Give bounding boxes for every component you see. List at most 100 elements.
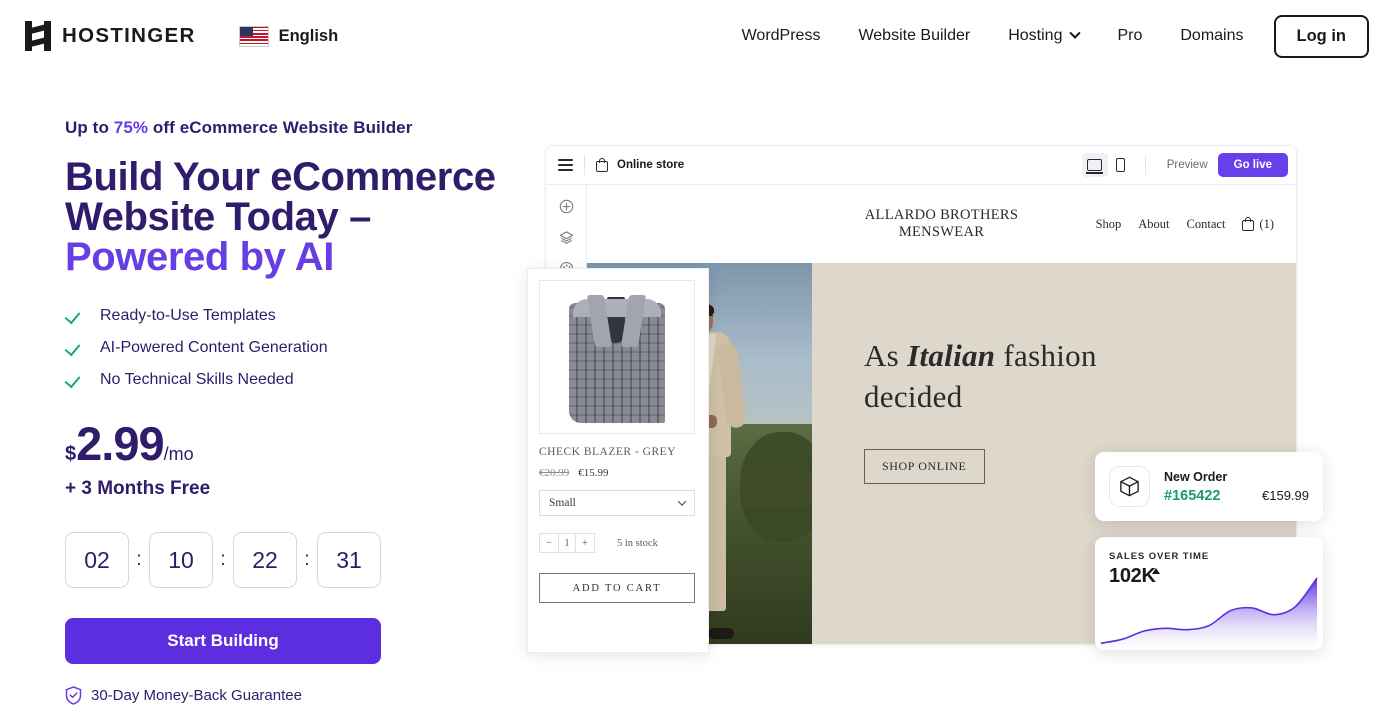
heading-post: fashion [995, 338, 1097, 373]
hostinger-logo-icon [25, 21, 51, 51]
countdown-timer: 02 : 10 : 22 : 31 [65, 532, 505, 588]
new-order-card: New Order #165422 €159.99 [1095, 452, 1323, 521]
hamburger-menu-icon[interactable] [558, 156, 573, 174]
hero-content: Up to 75% off eCommerce Website Builder … [65, 118, 505, 705]
nav-label: Pro [1117, 27, 1143, 44]
timer-separator: : [220, 549, 226, 570]
check-icon [65, 308, 81, 324]
feature-list: Ready-to-Use Templates AI-Powered Conten… [65, 307, 505, 389]
timer-seconds: 31 [317, 532, 381, 588]
title-line-3: Powered by AI [65, 235, 334, 279]
store-link-about[interactable]: About [1138, 217, 1169, 232]
promo-eyebrow: Up to 75% off eCommerce Website Builder [65, 118, 505, 138]
nav-label: Hosting [1008, 27, 1063, 44]
heading-line-2: decided [864, 379, 963, 414]
store-name-line-1: ALLARDO BROTHERS [864, 207, 1019, 223]
guarantee-row: 30-Day Money-Back Guarantee [65, 686, 505, 705]
price-block: $ 2.99 /mo [65, 420, 505, 467]
timer-separator: : [136, 549, 142, 570]
product-title: CHECK BLAZER - GREY [539, 446, 676, 458]
store-cart[interactable]: (1) [1242, 217, 1274, 232]
price-amount: 2.99 [76, 417, 164, 470]
nav-item-pro[interactable]: Pro [1117, 27, 1142, 45]
feature-label: Ready-to-Use Templates [100, 307, 276, 324]
blazer-illustration [569, 291, 665, 423]
feature-item: No Technical Skills Needed [65, 371, 505, 389]
add-element-icon[interactable] [559, 199, 574, 214]
product-card: CHECK BLAZER - GREY €20.99 €15.99 Small … [527, 268, 709, 653]
add-to-cart-button[interactable]: ADD TO CART [539, 573, 695, 603]
heading-emphasis: Italian [907, 338, 996, 373]
editor-site-title: Online store [617, 159, 685, 171]
store-name-line-2: MENSWEAR [898, 224, 985, 240]
login-button[interactable]: Log in [1273, 14, 1369, 58]
site-header: HOSTINGER English WordPress Website Buil… [0, 0, 1391, 72]
shield-check-icon [65, 686, 82, 705]
quantity-stepper[interactable]: − 1 + [539, 533, 595, 553]
desktop-view-button[interactable] [1081, 153, 1108, 177]
page-title: Build Your eCommerce Website Today – Pow… [65, 157, 505, 277]
title-line-2: Website Today – [65, 195, 371, 239]
toolbar-divider [1144, 155, 1146, 175]
chevron-down-icon [677, 497, 687, 506]
store-name: ALLARDO BROTHERS MENSWEAR [865, 207, 1018, 241]
size-select[interactable]: Small [539, 490, 695, 516]
feature-label: No Technical Skills Needed [100, 371, 294, 388]
quantity-increase[interactable]: + [576, 534, 594, 552]
us-flag-icon [238, 25, 269, 47]
package-box-icon [1109, 466, 1150, 507]
feature-item: Ready-to-Use Templates [65, 307, 505, 325]
desktop-icon [1086, 159, 1104, 174]
language-label: English [278, 26, 339, 45]
timer-separator: : [304, 549, 310, 570]
title-line-1: Build Your eCommerce [65, 155, 496, 199]
nav-item-domains[interactable]: Domains [1180, 27, 1243, 45]
go-live-button[interactable]: Go live [1217, 153, 1288, 177]
shop-online-button[interactable]: SHOP ONLINE [864, 449, 985, 484]
product-image [539, 280, 695, 434]
nav-item-hosting[interactable]: Hosting [1008, 27, 1082, 45]
preview-button[interactable]: Preview [1167, 159, 1208, 171]
eyebrow-post: off eCommerce Website Builder [148, 118, 413, 137]
mobile-view-button[interactable] [1108, 153, 1134, 177]
nav-label: Website Builder [858, 27, 971, 44]
start-building-button[interactable]: Start Building [65, 618, 381, 664]
sales-over-time-card: SALES OVER TIME 102K [1095, 537, 1323, 650]
sales-chart-title: SALES OVER TIME [1109, 551, 1210, 562]
size-selected-value: Small [549, 497, 576, 509]
brand-logo[interactable]: HOSTINGER [25, 21, 196, 51]
store-link-shop[interactable]: Shop [1096, 217, 1122, 232]
nav-label: WordPress [741, 27, 821, 44]
timer-days: 02 [65, 532, 129, 588]
language-selector[interactable]: English [238, 25, 339, 47]
nav-item-wordpress[interactable]: WordPress [742, 27, 821, 45]
store-navigation: ALLARDO BROTHERS MENSWEAR Shop About Con… [587, 185, 1296, 263]
layers-icon[interactable] [559, 230, 574, 245]
product-price-new: €15.99 [578, 467, 609, 479]
store-hero-heading: As Italian fashion decided [864, 335, 1296, 417]
order-id: #165422 [1164, 487, 1221, 504]
cart-count: (1) [1259, 216, 1274, 231]
product-prices: €20.99 €15.99 [539, 467, 697, 479]
editor-toolbar-right: Preview Go live [1081, 153, 1288, 177]
currency-symbol: $ [65, 443, 77, 465]
store-link-contact[interactable]: Contact [1187, 217, 1226, 232]
mobile-icon [1116, 158, 1126, 172]
brand-name: HOSTINGER [62, 24, 196, 47]
bonus-months: + 3 Months Free [65, 478, 211, 499]
check-icon [65, 340, 81, 356]
sales-area-chart [1100, 577, 1318, 650]
order-amount: €159.99 [1262, 487, 1309, 503]
check-icon [65, 372, 81, 388]
quantity-decrease[interactable]: − [540, 534, 558, 552]
order-details: New Order #165422 €159.99 [1164, 470, 1309, 504]
store-links: Shop About Contact (1) [1096, 217, 1274, 232]
feature-item: AI-Powered Content Generation [65, 339, 505, 357]
order-title: New Order [1164, 469, 1228, 484]
cart-bag-icon [1242, 217, 1255, 231]
discount-percent: 75% [113, 118, 149, 137]
main-nav: WordPress Website Builder Hosting Pro Do… [742, 14, 1369, 58]
nav-item-website-builder[interactable]: Website Builder [858, 27, 970, 45]
feature-label: AI-Powered Content Generation [100, 339, 328, 356]
guarantee-label: 30-Day Money-Back Guarantee [91, 687, 302, 704]
